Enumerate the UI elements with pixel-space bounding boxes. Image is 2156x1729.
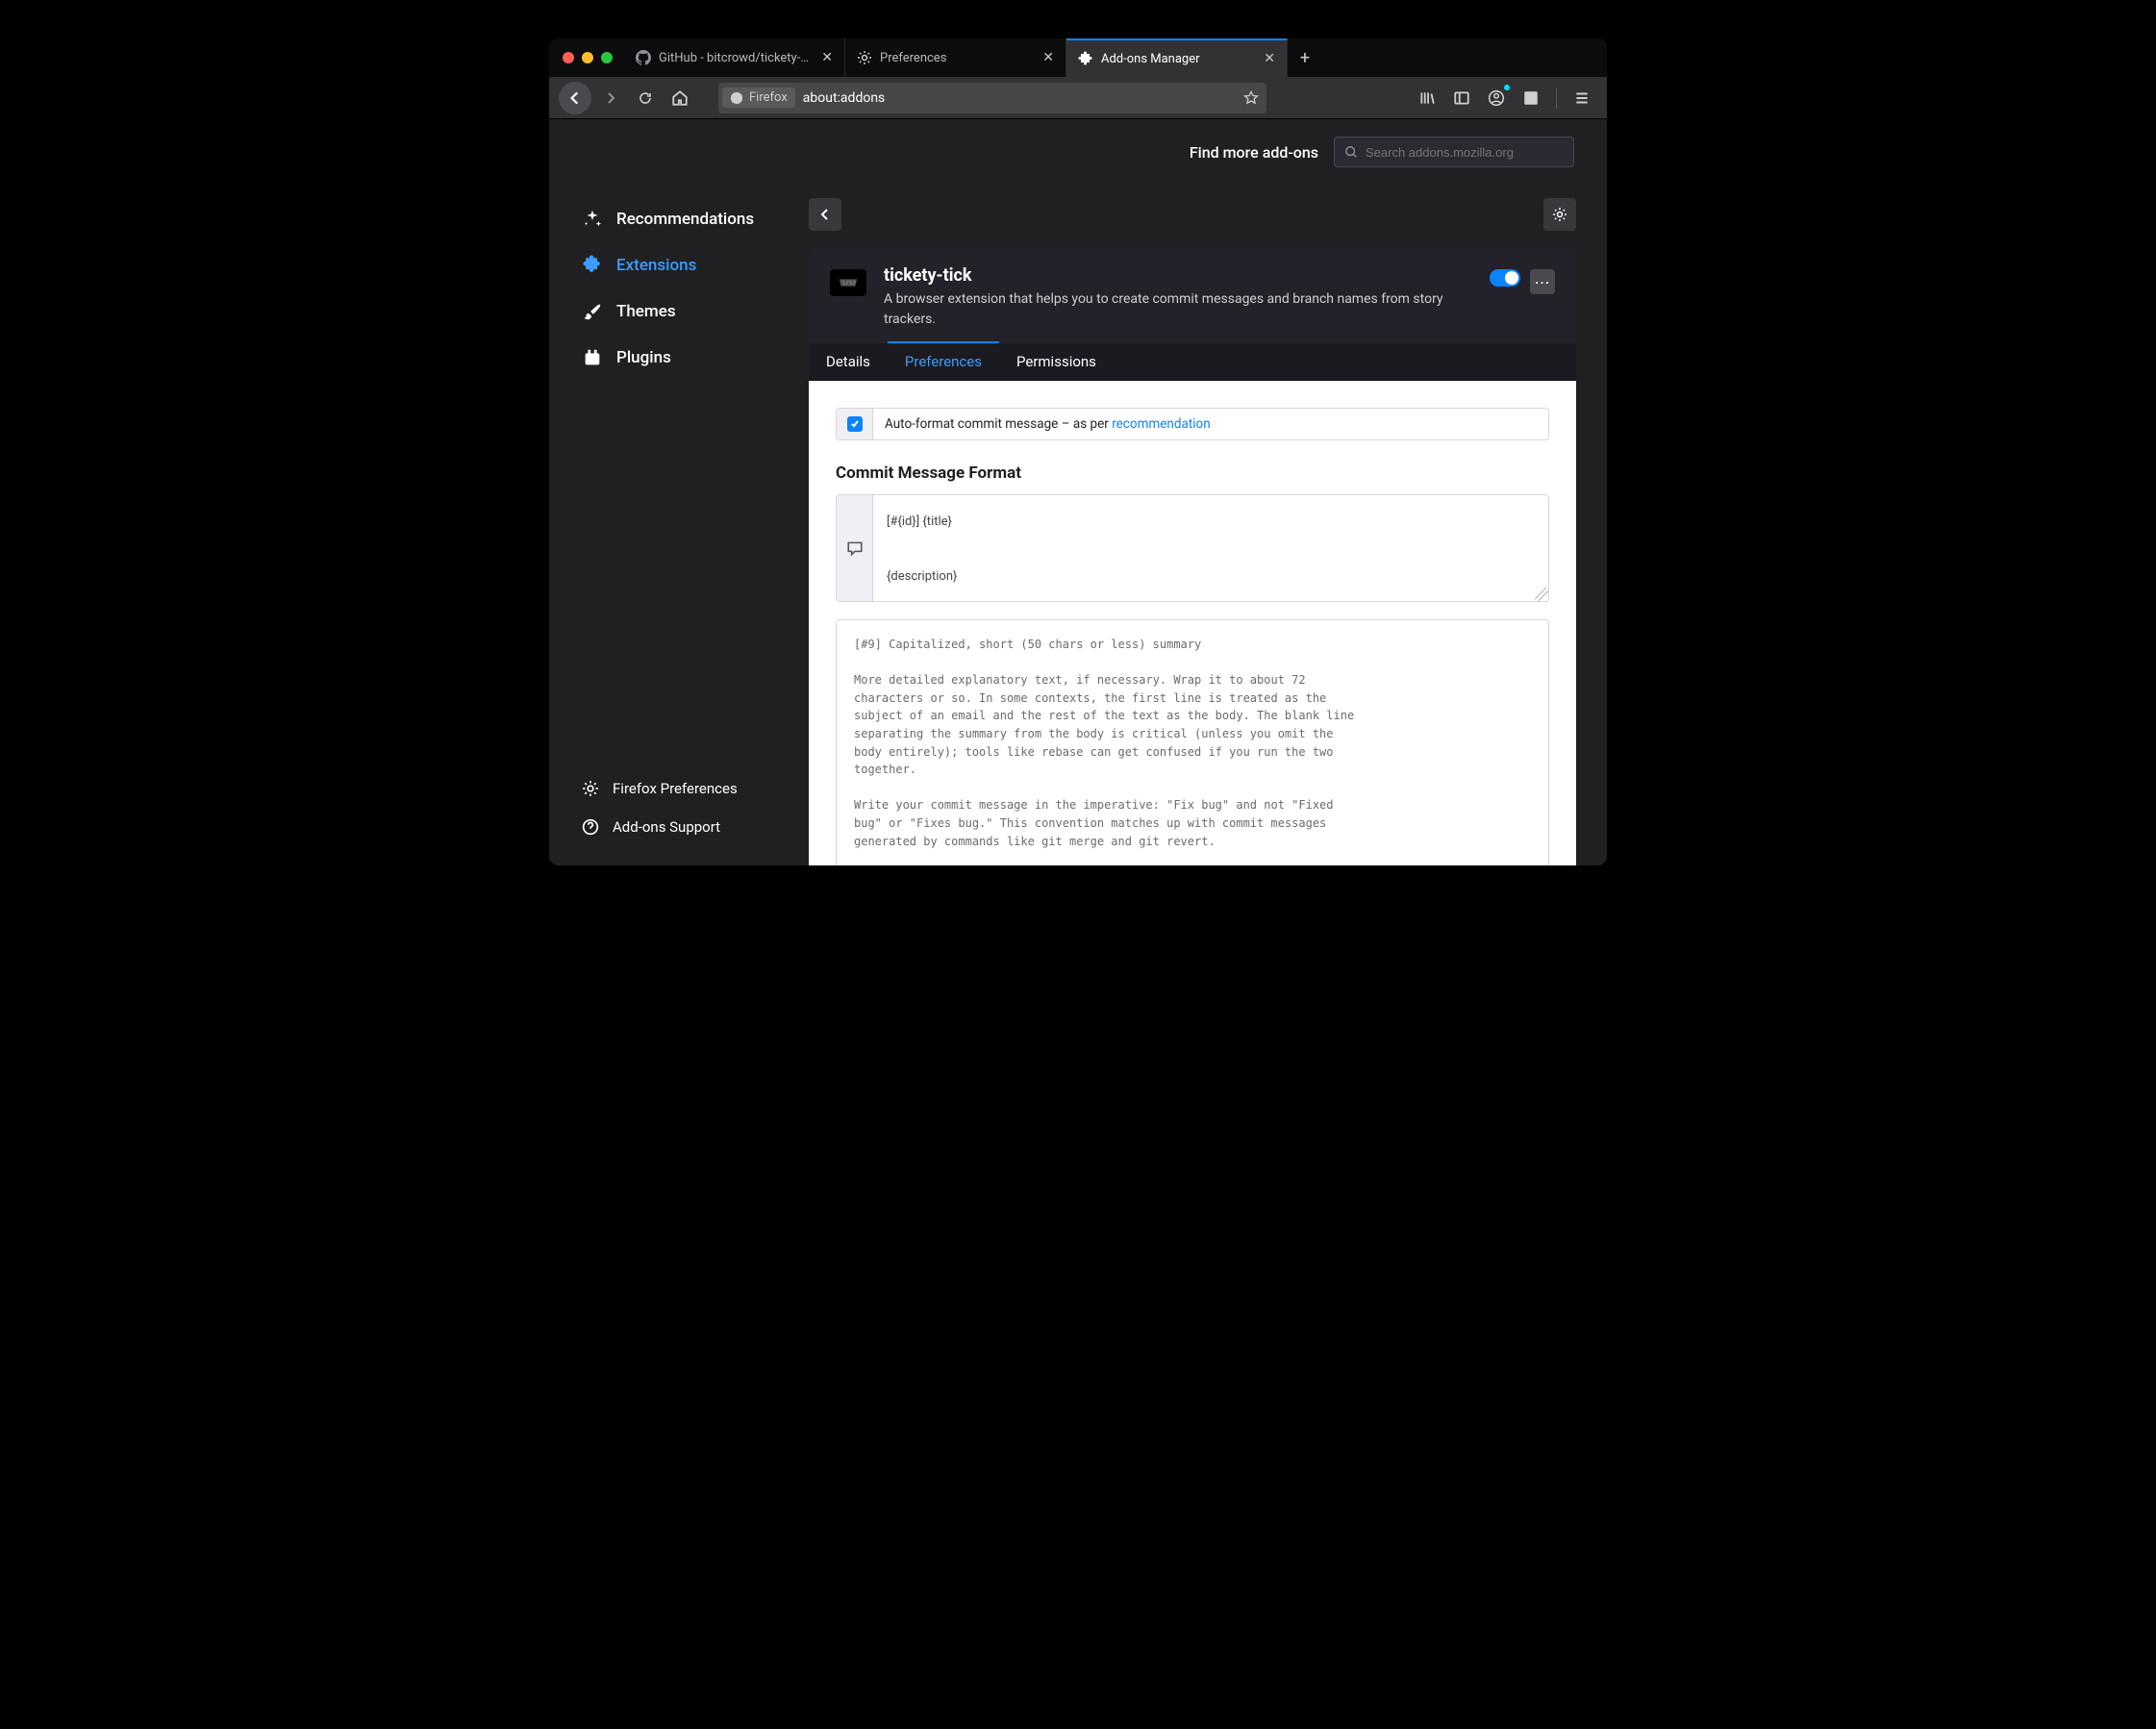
browser-tab-github[interactable]: GitHub - bitcrowd/tickety-tick ✕ — [624, 38, 845, 77]
option-autoformat-text: Auto-format commit message – as per — [885, 416, 1112, 432]
plugin-icon — [582, 347, 603, 368]
addons-search-input[interactable] — [1366, 145, 1564, 160]
account-button[interactable] — [1481, 83, 1512, 113]
sidebar-item-addons-support[interactable]: Add-ons Support — [574, 808, 809, 846]
sidebar-item-recommendations[interactable]: Recommendations — [574, 196, 809, 242]
addons-main-panel: tickety-tick A browser extension that he… — [809, 119, 1607, 865]
app-menu-button[interactable] — [1567, 83, 1597, 113]
close-tab-icon[interactable]: ✕ — [817, 48, 837, 67]
sparkle-icon — [582, 209, 603, 230]
minimize-window-button[interactable] — [582, 52, 593, 63]
sidebar-label: Add-ons Support — [613, 818, 720, 836]
addons-search-bar-area: Find more add-ons — [1190, 137, 1574, 167]
gear-icon — [857, 50, 872, 65]
commit-format-textarea[interactable] — [873, 495, 1548, 601]
addons-search-field[interactable] — [1334, 137, 1574, 167]
extension-detail-card: tickety-tick A browser extension that he… — [809, 248, 1576, 865]
forward-button[interactable] — [595, 83, 626, 113]
option-autoformat-label: Auto-format commit message – as per reco… — [873, 409, 1222, 439]
sidebar-item-firefox-prefs[interactable]: Firefox Preferences — [574, 769, 809, 808]
toolbar-separator — [1556, 88, 1557, 109]
tab-title: Add-ons Manager — [1101, 52, 1252, 66]
sidebar-item-plugins[interactable]: Plugins — [574, 335, 809, 381]
sidebar-item-extensions[interactable]: Extensions — [574, 242, 809, 288]
comment-icon — [837, 495, 873, 601]
puzzle-icon — [1078, 51, 1093, 66]
tab-title: GitHub - bitcrowd/tickety-tick — [659, 51, 810, 65]
extension-button[interactable] — [1516, 83, 1546, 113]
back-button[interactable] — [559, 82, 591, 114]
addons-sidebar: Recommendations Extensions Themes Plugin… — [549, 119, 809, 865]
brush-icon — [582, 301, 603, 322]
library-button[interactable] — [1412, 83, 1442, 113]
tab-details[interactable]: Details — [809, 343, 888, 380]
address-bar[interactable]: Firefox about:addons — [718, 83, 1266, 113]
bookmark-star-icon[interactable] — [1243, 90, 1259, 106]
sidebar-toggle-button[interactable] — [1446, 83, 1477, 113]
close-window-button[interactable] — [563, 52, 574, 63]
extension-description: A browser extension that helps you to cr… — [884, 289, 1476, 330]
tab-preferences[interactable]: Preferences — [888, 341, 999, 380]
gear-icon — [582, 780, 599, 797]
extension-enable-toggle[interactable] — [1490, 269, 1520, 287]
sidebar-label: Themes — [616, 302, 676, 321]
traffic-lights — [563, 52, 613, 63]
find-more-addons-label: Find more add-ons — [1190, 143, 1318, 162]
reload-button[interactable] — [630, 83, 661, 113]
sidebar-label: Extensions — [616, 256, 696, 275]
close-tab-icon[interactable]: ✕ — [1039, 48, 1058, 67]
zoom-window-button[interactable] — [601, 52, 613, 63]
site-identity[interactable]: Firefox — [722, 88, 795, 108]
identity-label: Firefox — [749, 90, 788, 105]
section-commit-format-heading: Commit Message Format — [836, 464, 1549, 483]
extension-more-button[interactable]: ⋯ — [1530, 269, 1555, 294]
option-autoformat-row: Auto-format commit message – as per reco… — [836, 408, 1549, 440]
home-button[interactable] — [664, 83, 695, 113]
puzzle-icon — [582, 255, 603, 276]
commit-format-preview: [#9] Capitalized, short (50 chars or les… — [836, 619, 1549, 865]
browser-tab-preferences[interactable]: Preferences ✕ — [845, 38, 1066, 77]
tab-title: Preferences — [880, 51, 1031, 65]
commit-format-field — [836, 494, 1549, 602]
extension-name: tickety-tick — [884, 265, 1476, 286]
navigation-toolbar: Firefox about:addons — [549, 77, 1607, 119]
sidebar-label: Plugins — [616, 348, 671, 367]
browser-tab-addons[interactable]: Add-ons Manager ✕ — [1066, 38, 1288, 77]
help-icon — [582, 818, 599, 836]
close-tab-icon[interactable]: ✕ — [1260, 49, 1279, 68]
option-autoformat-checkbox[interactable] — [837, 409, 873, 439]
addons-tools-button[interactable] — [1543, 198, 1576, 231]
tab-permissions[interactable]: Permissions — [999, 343, 1114, 380]
sidebar-label: Firefox Preferences — [613, 780, 738, 797]
extension-icon — [830, 265, 870, 330]
url-text: about:addons — [803, 90, 1236, 106]
search-icon — [1344, 145, 1358, 159]
window-tab-bar: GitHub - bitcrowd/tickety-tick ✕ Prefere… — [549, 38, 1607, 77]
sidebar-label: Recommendations — [616, 210, 754, 229]
sidebar-item-themes[interactable]: Themes — [574, 288, 809, 335]
extension-options-panel: Auto-format commit message – as per reco… — [809, 381, 1576, 865]
recommendation-link[interactable]: recommendation — [1112, 416, 1210, 432]
new-tab-button[interactable]: + — [1288, 38, 1322, 77]
github-icon — [636, 50, 651, 65]
extension-subtabs: Details Preferences Permissions — [809, 343, 1576, 381]
addons-back-button[interactable] — [809, 198, 841, 231]
